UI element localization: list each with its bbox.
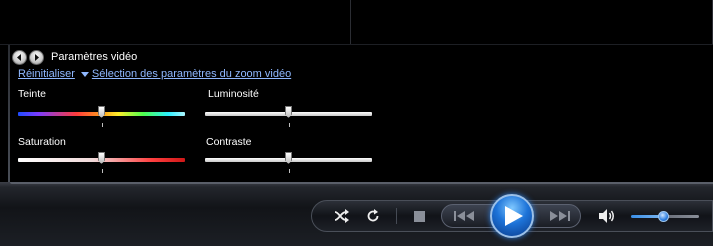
play-icon: [504, 206, 523, 226]
panel-title: Paramètres vidéo: [51, 51, 138, 63]
play-button[interactable]: [490, 194, 534, 238]
panel-links: Réinitialiser Sélection des paramètres d…: [18, 67, 291, 81]
shuffle-icon: [334, 209, 349, 223]
video-display-area: [0, 0, 713, 44]
shuffle-button[interactable]: [333, 207, 351, 225]
saturation-thumb[interactable]: [98, 152, 105, 164]
next-icon: [550, 211, 570, 221]
repeat-button[interactable]: [364, 207, 382, 225]
control-bar-edge: [10, 182, 713, 184]
contrast-label: Contraste: [206, 136, 252, 148]
volume-icon: [598, 209, 614, 223]
saturation-slider[interactable]: [18, 152, 185, 173]
hue-slider[interactable]: [18, 106, 185, 127]
previous-icon: [454, 211, 474, 221]
video-area-divider: [350, 0, 351, 44]
hue-thumb[interactable]: [98, 106, 105, 118]
chevron-down-icon: [80, 71, 89, 77]
zoom-settings-link[interactable]: Sélection des paramètres du zoom vidéo: [92, 68, 291, 80]
back-button[interactable]: [12, 49, 27, 65]
contrast-thumb[interactable]: [285, 152, 292, 164]
panel-header: Paramètres vidéo: [12, 48, 137, 66]
forward-icon: [35, 53, 39, 61]
brightness-slider[interactable]: [205, 106, 372, 127]
controls-separator: [396, 208, 397, 224]
brightness-center-tick: [289, 123, 290, 127]
saturation-center-tick: [102, 169, 103, 173]
hue-center-tick: [102, 123, 103, 127]
back-icon: [17, 53, 21, 61]
volume-thumb[interactable]: [658, 211, 669, 222]
forward-button[interactable]: [29, 49, 44, 65]
contrast-center-tick: [289, 169, 290, 173]
next-button[interactable]: [546, 208, 572, 224]
stop-icon: [413, 210, 425, 222]
saturation-label: Saturation: [18, 136, 66, 148]
reset-link[interactable]: Réinitialiser: [18, 68, 75, 80]
previous-button[interactable]: [452, 208, 478, 224]
hue-label: Teinte: [18, 88, 47, 100]
brightness-label: Luminosité: [208, 88, 259, 100]
stop-button[interactable]: [410, 207, 428, 225]
brightness-thumb[interactable]: [285, 106, 292, 118]
mute-button[interactable]: [597, 207, 617, 225]
repeat-icon: [367, 209, 379, 222]
contrast-slider[interactable]: [205, 152, 372, 173]
